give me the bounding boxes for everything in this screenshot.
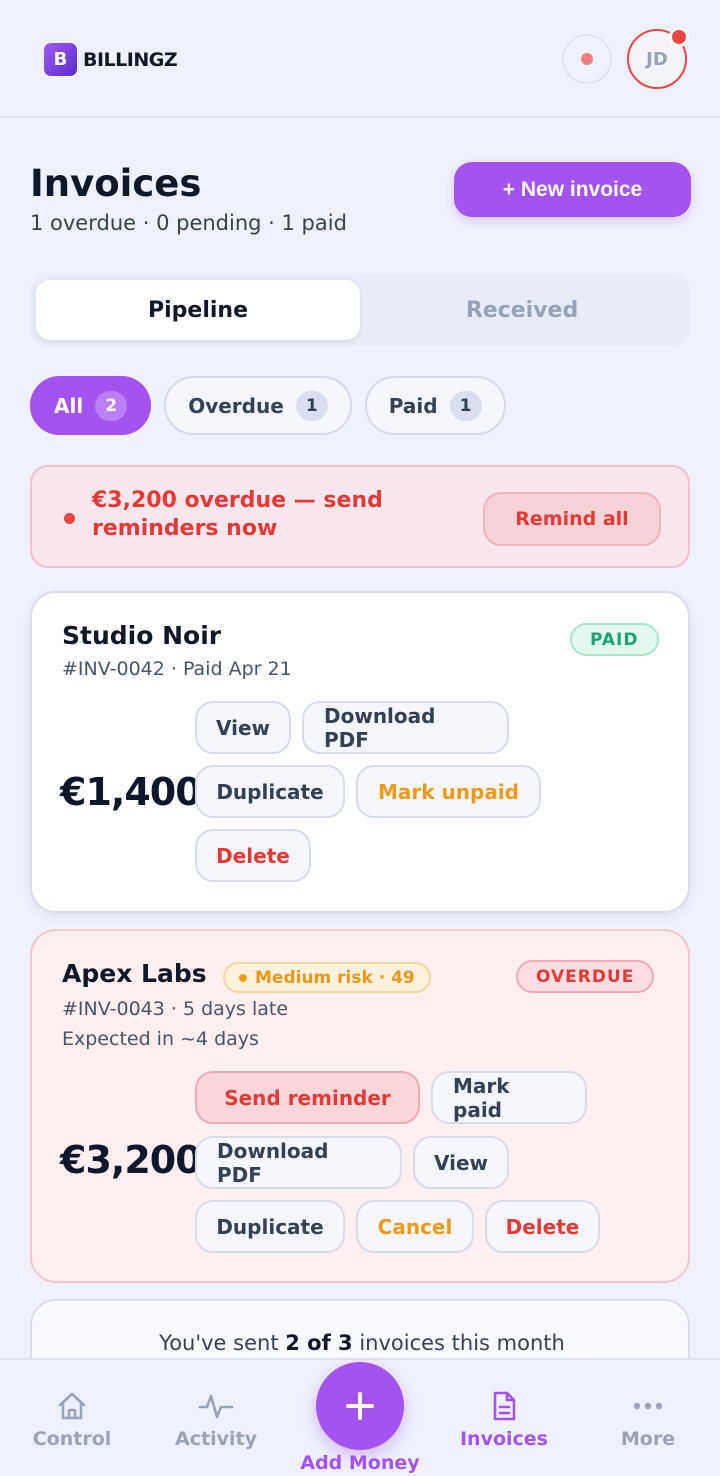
invoice-amount: €1,400 [60,770,202,814]
mark-paid-button[interactable]: Mark paid [431,1071,587,1124]
usage-text: You've sent 2 of 3 invoices this month [159,1331,565,1355]
usage-count: 2 of 3 [285,1331,353,1355]
alert-text: €3,200 overdue — send reminders now [92,488,383,541]
duplicate-button[interactable]: Duplicate [195,1200,345,1253]
filter-label: Overdue [188,393,284,418]
invoice-card[interactable]: Studio Noir PAID #INV-0042 · Paid Apr 21… [30,591,690,913]
page-subtitle: 1 overdue · 0 pending · 1 paid [30,211,347,235]
plus-icon [346,1392,374,1420]
notification-dot-icon [581,53,593,65]
brand[interactable]: B BILLINGZ [44,43,178,76]
filter-count: 2 [95,390,128,421]
client-name: Apex Labs [62,959,207,988]
avatar-initials: JD [646,48,668,70]
nav-more[interactable]: More [576,1390,720,1450]
page-title: Invoices [30,162,202,205]
filter-label: Paid [388,393,438,418]
tab-pipeline[interactable]: Pipeline [36,280,360,340]
new-invoice-button[interactable]: + New invoice [454,162,691,217]
nav-label: Control [32,1428,112,1450]
avatar[interactable]: JD [627,27,689,89]
nav-control[interactable]: Control [0,1390,144,1450]
more-dots-icon [633,1402,663,1410]
nav-invoices[interactable]: Invoices [432,1390,576,1450]
brand-logo: B [44,43,77,76]
status-badge: OVERDUE [516,960,655,993]
add-money-label: Add Money [300,1452,420,1474]
nav-activity[interactable]: Activity [144,1390,288,1450]
add-money-button[interactable] [316,1362,404,1450]
mark-unpaid-button[interactable]: Mark unpaid [356,765,541,818]
nav-label: Activity [175,1428,257,1450]
risk-badge: Medium risk · 49 [223,962,431,993]
expected-payment: Expected in ~4 days [62,1028,259,1050]
brand-name: BILLINGZ [83,48,178,71]
invoice-amount: €3,200 [60,1138,202,1182]
filter-chips: All 2 Overdue 1 Paid 1 [30,376,506,435]
client-name: Studio Noir [62,621,222,650]
view-button[interactable]: View [413,1136,509,1189]
invoice-card[interactable]: Apex Labs Medium risk · 49 OVERDUE #INV-… [30,929,690,1283]
cancel-invoice-button[interactable]: Cancel [356,1200,474,1253]
download-pdf-button[interactable]: Download PDF [302,701,509,754]
overdue-alert: €3,200 overdue — send reminders now Remi… [30,465,690,568]
nav-label: Invoices [459,1428,548,1450]
delete-button[interactable]: Delete [195,829,311,882]
document-icon [493,1391,516,1421]
activity-pulse-icon [198,1394,234,1419]
send-reminder-button[interactable]: Send reminder [195,1071,420,1124]
alert-dot-icon [64,513,75,524]
risk-label: Medium risk · 49 [255,967,415,988]
filter-count: 1 [295,390,328,421]
avatar-alert-badge [669,27,689,47]
filter-overdue[interactable]: Overdue 1 [164,376,352,435]
invoice-meta: #INV-0042 · Paid Apr 21 [62,658,292,680]
home-icon [58,1392,86,1420]
filter-label: All [54,393,84,418]
view-button[interactable]: View [195,701,291,754]
remind-all-button[interactable]: Remind all [483,492,661,546]
invoice-meta: #INV-0043 · 5 days late [62,998,289,1020]
risk-dot-icon [239,973,247,982]
notifications-button[interactable] [562,34,612,84]
top-bar: B BILLINGZ JD [0,0,720,118]
filter-paid[interactable]: Paid 1 [364,376,506,435]
status-badge: PAID [570,623,659,656]
filter-count: 1 [449,390,482,421]
nav-label: More [620,1428,676,1450]
tab-received[interactable]: Received [360,280,684,340]
filter-all[interactable]: All 2 [30,376,152,435]
delete-button[interactable]: Delete [485,1200,600,1253]
duplicate-button[interactable]: Duplicate [195,765,345,818]
view-tabs: Pipeline Received [30,274,690,346]
download-pdf-button[interactable]: Download PDF [195,1136,402,1189]
